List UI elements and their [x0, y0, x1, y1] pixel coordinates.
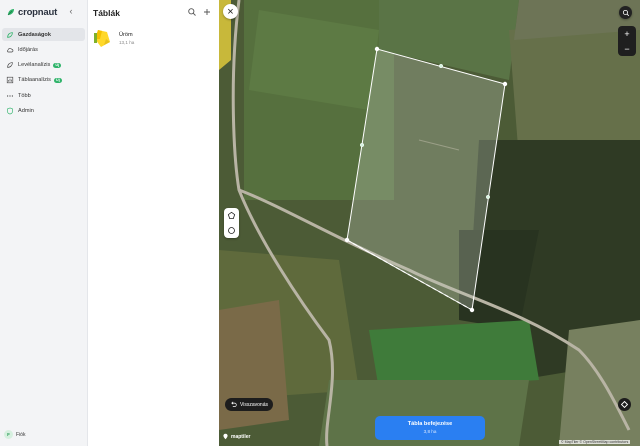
sidebar-item-label: Táblaanalízis — [18, 77, 51, 84]
undo-label: Visszavonás — [240, 401, 268, 408]
sidebar-item-label: Admin — [18, 107, 34, 114]
locate-button[interactable] — [618, 398, 631, 411]
maptiler-text: maptiler — [231, 433, 251, 440]
sidebar-nav: Gazdaságok Időjárás Levélanalízis Új Táb… — [2, 28, 85, 120]
maptiler-icon — [223, 433, 228, 440]
page-title: Táblák — [93, 8, 120, 18]
sidebar-item-label: Levélanalízis — [18, 62, 51, 69]
undo-icon — [231, 401, 237, 407]
sidebar-item-label: Időjárás — [18, 46, 38, 53]
cropnaut-logo-icon — [7, 9, 14, 16]
map-view[interactable]: × + − Visszavonás Tábla befejezése 3,8 h… — [219, 0, 640, 446]
field-area: 13,1 ha — [119, 39, 135, 45]
sidebar-item-admin[interactable]: Admin — [2, 104, 85, 117]
farm-icon — [7, 31, 13, 38]
locate-icon — [620, 400, 629, 409]
zoom-in-button[interactable]: + — [624, 29, 629, 39]
chart-icon — [6, 77, 14, 84]
chevron-left-icon: ‹ — [69, 6, 73, 16]
sidebar-item-label: Gazdaságok — [18, 31, 51, 38]
new-badge: Új — [53, 77, 62, 83]
undo-button[interactable]: Visszavonás — [225, 398, 273, 411]
search-icon — [622, 9, 629, 16]
map-attribution[interactable]: © MapTiler © OpenStreetMap contributors — [559, 440, 631, 444]
field-info: Üröm 13,1 ha — [119, 32, 134, 45]
sidebar-item-tobb[interactable]: Több — [2, 89, 85, 102]
maptiler-logo[interactable]: maptiler — [222, 433, 250, 440]
app-name: cropnaut — [18, 6, 58, 18]
shield-icon — [7, 107, 13, 115]
satellite-imagery — [219, 0, 640, 446]
sidebar-item-levelanalizis[interactable]: Levélanalízis Új — [2, 59, 85, 72]
cloud-icon — [7, 47, 14, 53]
map-search-button[interactable] — [619, 6, 632, 19]
field-thumbnail — [94, 30, 110, 47]
account-menu[interactable]: F Fiók — [4, 430, 25, 439]
sidebar-item-idojaras[interactable]: Időjárás — [2, 43, 85, 56]
sidebar-item-gazdasagok[interactable]: Gazdaságok — [2, 28, 85, 41]
draw-tools — [224, 208, 239, 238]
zoom-control: + − — [618, 26, 636, 56]
sidebar: cropnaut ‹ Gazdaságok Időjárás Levélanal… — [0, 0, 88, 446]
fields-panel: Táblák Üröm 13,1 ha — [88, 0, 219, 446]
account-name: Fiók — [16, 431, 26, 438]
field-name: Üröm — [119, 31, 133, 38]
avatar: F — [4, 430, 13, 439]
app-logo[interactable]: cropnaut — [6, 6, 57, 18]
search-icon[interactable] — [187, 7, 197, 17]
drawn-area: 3,8 ha — [423, 429, 437, 434]
new-badge: Új — [53, 62, 62, 68]
close-icon: × — [227, 5, 234, 18]
circle-tool-icon[interactable] — [227, 226, 236, 235]
sidebar-item-tablaanalizis[interactable]: Táblaanalízis Új — [2, 74, 85, 87]
more-icon — [6, 95, 14, 97]
leaf-icon — [7, 62, 13, 68]
list-item[interactable]: Üröm 13,1 ha — [92, 26, 214, 50]
collapse-sidebar-button[interactable]: ‹ — [66, 5, 76, 17]
finish-field-label: Tábla befejezése — [407, 421, 453, 427]
sidebar-item-label: Több — [18, 92, 31, 99]
zoom-out-button[interactable]: − — [624, 44, 629, 54]
close-draw-button[interactable]: × — [223, 4, 238, 19]
finish-field-button[interactable]: Tábla befejezése 3,8 ha — [375, 416, 485, 440]
polygon-tool-icon[interactable] — [227, 211, 236, 220]
add-icon[interactable] — [202, 7, 212, 17]
